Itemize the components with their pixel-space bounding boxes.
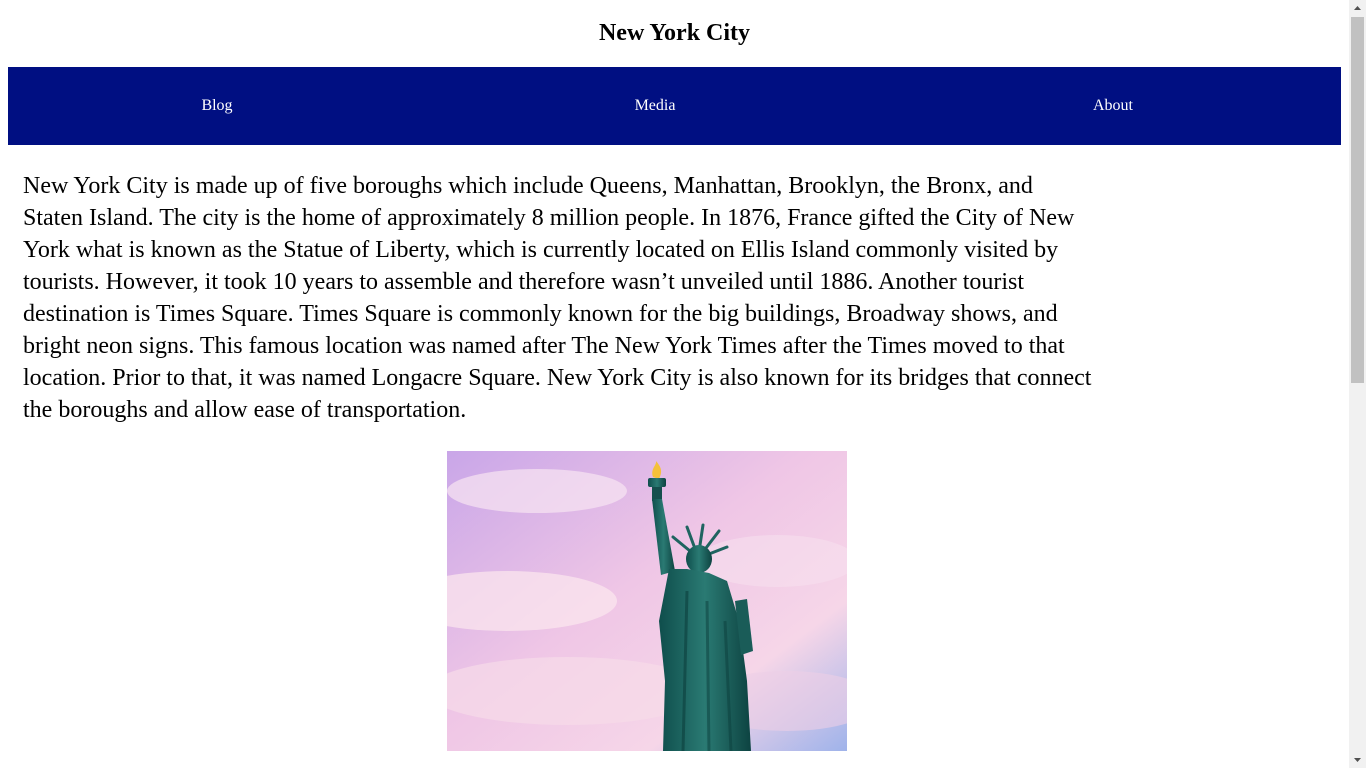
- scroll-down-arrow-icon[interactable]: [1349, 751, 1366, 768]
- site-title: New York City: [598, 20, 751, 46]
- statue-of-liberty-photo: [447, 451, 847, 751]
- nav-link-blog[interactable]: Blog: [167, 67, 267, 145]
- nav-link-media[interactable]: Media: [605, 67, 705, 145]
- nav-link-about[interactable]: About: [1063, 67, 1163, 145]
- main-nav: Blog Media About: [8, 67, 1341, 145]
- scrollbar-thumb[interactable]: [1351, 17, 1364, 383]
- scroll-up-arrow-icon[interactable]: [1349, 0, 1366, 17]
- vertical-scrollbar[interactable]: [1349, 0, 1366, 768]
- page: New York City Blog Media About New York …: [0, 0, 1349, 768]
- statue-of-liberty-image: [447, 451, 847, 751]
- intro-paragraph: New York City is made up of five borough…: [23, 173, 1092, 423]
